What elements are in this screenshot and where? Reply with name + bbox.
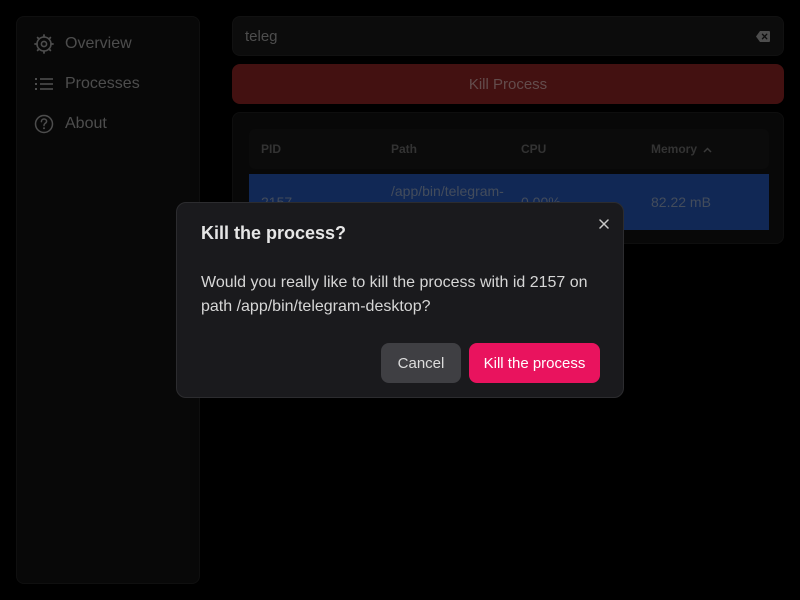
dialog-message: Would you really like to kill the proces… (201, 274, 588, 315)
dialog-title: Kill the process? (201, 223, 347, 243)
app-window: Overview Processes About teleg Kill Proc… (0, 0, 800, 600)
confirm-kill-button[interactable]: Kill the process (469, 343, 600, 383)
cancel-button[interactable]: Cancel (381, 343, 461, 383)
close-icon[interactable] (595, 215, 613, 233)
confirm-dialog: Kill the process? Would you really like … (176, 202, 624, 398)
